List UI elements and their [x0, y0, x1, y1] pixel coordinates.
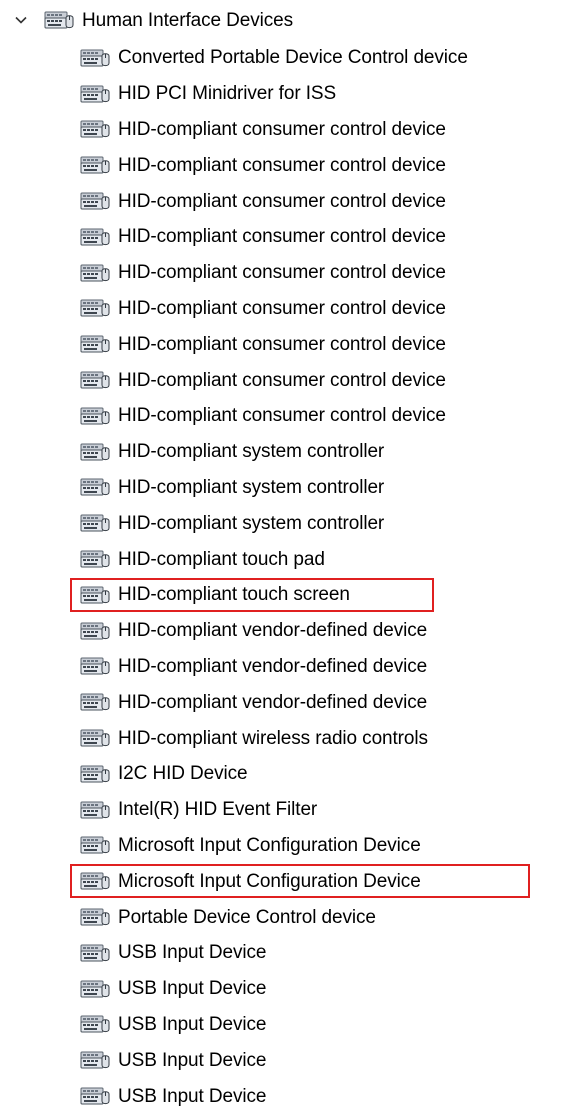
chevron-down-icon[interactable]: [14, 13, 28, 27]
hid-device-icon: [80, 872, 110, 890]
device-list-item[interactable]: HID-compliant consumer control device: [0, 183, 565, 219]
device-list-item[interactable]: HID-compliant vendor-defined device: [0, 684, 565, 720]
device-label: HID-compliant vendor-defined device: [118, 655, 428, 677]
hid-device-icon: [80, 228, 110, 246]
device-label: HID-compliant consumer control device: [118, 405, 446, 427]
device-label: HID-compliant consumer control device: [118, 226, 446, 248]
device-label: HID-compliant consumer control device: [118, 297, 446, 319]
device-label: HID-compliant consumer control device: [118, 369, 446, 391]
device-list-item[interactable]: USB Input Device: [0, 1078, 565, 1114]
hid-device-icon: [80, 478, 110, 496]
hid-device-icon: [80, 908, 110, 926]
device-label: USB Input Device: [118, 1085, 267, 1107]
device-label: HID-compliant consumer control device: [118, 154, 446, 176]
device-label: HID-compliant wireless radio controls: [118, 727, 428, 749]
hid-device-icon: [80, 657, 110, 675]
device-list-item[interactable]: USB Input Device: [0, 971, 565, 1007]
hid-device-icon: [80, 264, 110, 282]
hid-device-icon: [80, 836, 110, 854]
device-label: HID-compliant consumer control device: [118, 333, 446, 355]
device-label: Intel(R) HID Event Filter: [118, 799, 318, 821]
device-label: HID-compliant vendor-defined device: [118, 691, 428, 713]
device-list-item[interactable]: HID-compliant system controller: [0, 434, 565, 470]
device-label: HID-compliant system controller: [118, 512, 385, 534]
device-label: Portable Device Control device: [118, 906, 376, 928]
device-label: Microsoft Input Configuration Device: [118, 870, 421, 892]
device-label: HID PCI Minidriver for ISS: [118, 83, 337, 105]
device-list-item[interactable]: HID-compliant vendor-defined device: [0, 649, 565, 685]
hid-device-icon: [80, 407, 110, 425]
device-label: USB Input Device: [118, 978, 267, 1000]
hid-device-icon: [80, 120, 110, 138]
hid-device-icon: [80, 335, 110, 353]
hid-device-icon: [80, 514, 110, 532]
device-label: Microsoft Input Configuration Device: [118, 834, 421, 856]
device-label: HID-compliant touch pad: [118, 548, 325, 570]
device-list-item[interactable]: USB Input Device: [0, 1042, 565, 1078]
device-list-item[interactable]: HID-compliant consumer control device: [0, 326, 565, 362]
hid-device-icon: [80, 801, 110, 819]
hid-device-icon: [80, 729, 110, 747]
hid-device-icon: [80, 1051, 110, 1069]
device-list-item[interactable]: HID-compliant system controller: [0, 505, 565, 541]
device-label: Converted Portable Device Control device: [118, 47, 468, 69]
hid-device-icon: [80, 765, 110, 783]
hid-device-icon: [80, 693, 110, 711]
hid-device-icon: [80, 586, 110, 604]
device-label: HID-compliant consumer control device: [118, 190, 446, 212]
hid-device-icon: [80, 49, 110, 67]
device-list-item[interactable]: HID-compliant consumer control device: [0, 362, 565, 398]
hid-device-icon: [80, 1015, 110, 1033]
device-list-item[interactable]: HID-compliant vendor-defined device: [0, 613, 565, 649]
device-label: HID-compliant system controller: [118, 441, 385, 463]
hid-device-icon: [80, 1087, 110, 1105]
device-list-item[interactable]: HID-compliant system controller: [0, 470, 565, 506]
device-list-item[interactable]: HID PCI Minidriver for ISS: [0, 76, 565, 112]
device-label: HID-compliant touch screen: [118, 584, 350, 606]
device-list-item[interactable]: USB Input Device: [0, 935, 565, 971]
hid-device-icon: [80, 944, 110, 962]
device-list-item[interactable]: Microsoft Input Configuration Device: [0, 863, 565, 899]
hid-device-icon: [80, 299, 110, 317]
device-label: USB Input Device: [118, 942, 267, 964]
hid-device-icon: [80, 550, 110, 568]
device-list-item[interactable]: Portable Device Control device: [0, 899, 565, 935]
hid-device-icon: [80, 622, 110, 640]
category-label: Human Interface Devices: [82, 9, 294, 31]
hid-device-icon: [44, 11, 74, 29]
device-label: HID-compliant consumer control device: [118, 118, 446, 140]
device-list-item[interactable]: HID-compliant consumer control device: [0, 147, 565, 183]
hid-device-icon: [80, 85, 110, 103]
device-list-item[interactable]: HID-compliant wireless radio controls: [0, 720, 565, 756]
device-list-item[interactable]: HID-compliant touch pad: [0, 541, 565, 577]
hid-device-icon: [80, 156, 110, 174]
device-label: I2C HID Device: [118, 763, 248, 785]
device-label: USB Input Device: [118, 1013, 267, 1035]
device-label: USB Input Device: [118, 1049, 267, 1071]
hid-device-icon: [80, 443, 110, 461]
device-list-item[interactable]: HID-compliant touch screen: [0, 577, 565, 613]
device-list-item[interactable]: Converted Portable Device Control device: [0, 40, 565, 76]
hid-device-icon: [80, 371, 110, 389]
device-list-item[interactable]: I2C HID Device: [0, 756, 565, 792]
device-list-item[interactable]: HID-compliant consumer control device: [0, 112, 565, 148]
device-list: Converted Portable Device Control device…: [0, 40, 565, 1114]
device-tree: Human Interface Devices Converted Portab…: [0, 0, 565, 1114]
hid-device-icon: [80, 980, 110, 998]
device-label: HID-compliant vendor-defined device: [118, 620, 428, 642]
device-list-item[interactable]: Intel(R) HID Event Filter: [0, 792, 565, 828]
device-list-item[interactable]: USB Input Device: [0, 1007, 565, 1043]
device-list-item[interactable]: HID-compliant consumer control device: [0, 291, 565, 327]
tree-category-human-interface-devices[interactable]: Human Interface Devices: [0, 0, 565, 40]
device-list-item[interactable]: HID-compliant consumer control device: [0, 255, 565, 291]
device-label: HID-compliant consumer control device: [118, 262, 446, 284]
device-list-item[interactable]: HID-compliant consumer control device: [0, 398, 565, 434]
device-list-item[interactable]: HID-compliant consumer control device: [0, 219, 565, 255]
hid-device-icon: [80, 192, 110, 210]
device-label: HID-compliant system controller: [118, 476, 385, 498]
device-list-item[interactable]: Microsoft Input Configuration Device: [0, 828, 565, 864]
